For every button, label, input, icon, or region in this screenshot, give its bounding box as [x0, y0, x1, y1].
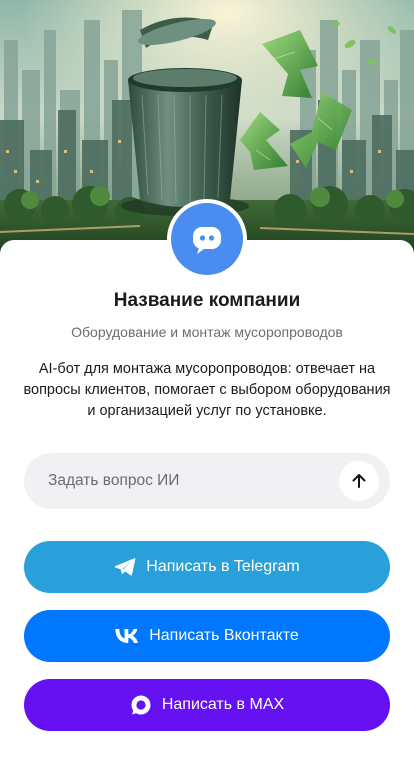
- company-name: Название компании: [113, 290, 301, 311]
- company-subtitle: Оборудование и монтаж мусоропроводов: [71, 324, 343, 340]
- write-max-button[interactable]: Написать в MAX: [24, 679, 390, 731]
- write-max-label: Написать в MAX: [161, 696, 285, 713]
- bot-description: AI-бот для монтажа мусоропроводов: отвеч…: [23, 361, 391, 419]
- ask-ai-input[interactable]: [48, 453, 328, 509]
- telegram-icon: [114, 557, 136, 577]
- max-icon: [130, 694, 152, 716]
- write-telegram-label: Написать в Telegram: [146, 558, 300, 575]
- ask-ai-box: [24, 453, 390, 509]
- write-vk-label: Написать Вконтакте: [149, 627, 299, 644]
- avatar-circle: [171, 203, 243, 275]
- arrow-up-icon: [350, 472, 368, 490]
- send-button[interactable]: [339, 461, 379, 501]
- page: Название компании Оборудование и монтаж …: [0, 0, 414, 770]
- chat-bot-icon: [190, 222, 224, 256]
- company-avatar: [167, 199, 247, 279]
- write-telegram-button[interactable]: Написать в Telegram: [24, 541, 390, 593]
- write-vk-button[interactable]: Написать Вконтакте: [24, 610, 390, 662]
- vk-icon: [115, 629, 139, 643]
